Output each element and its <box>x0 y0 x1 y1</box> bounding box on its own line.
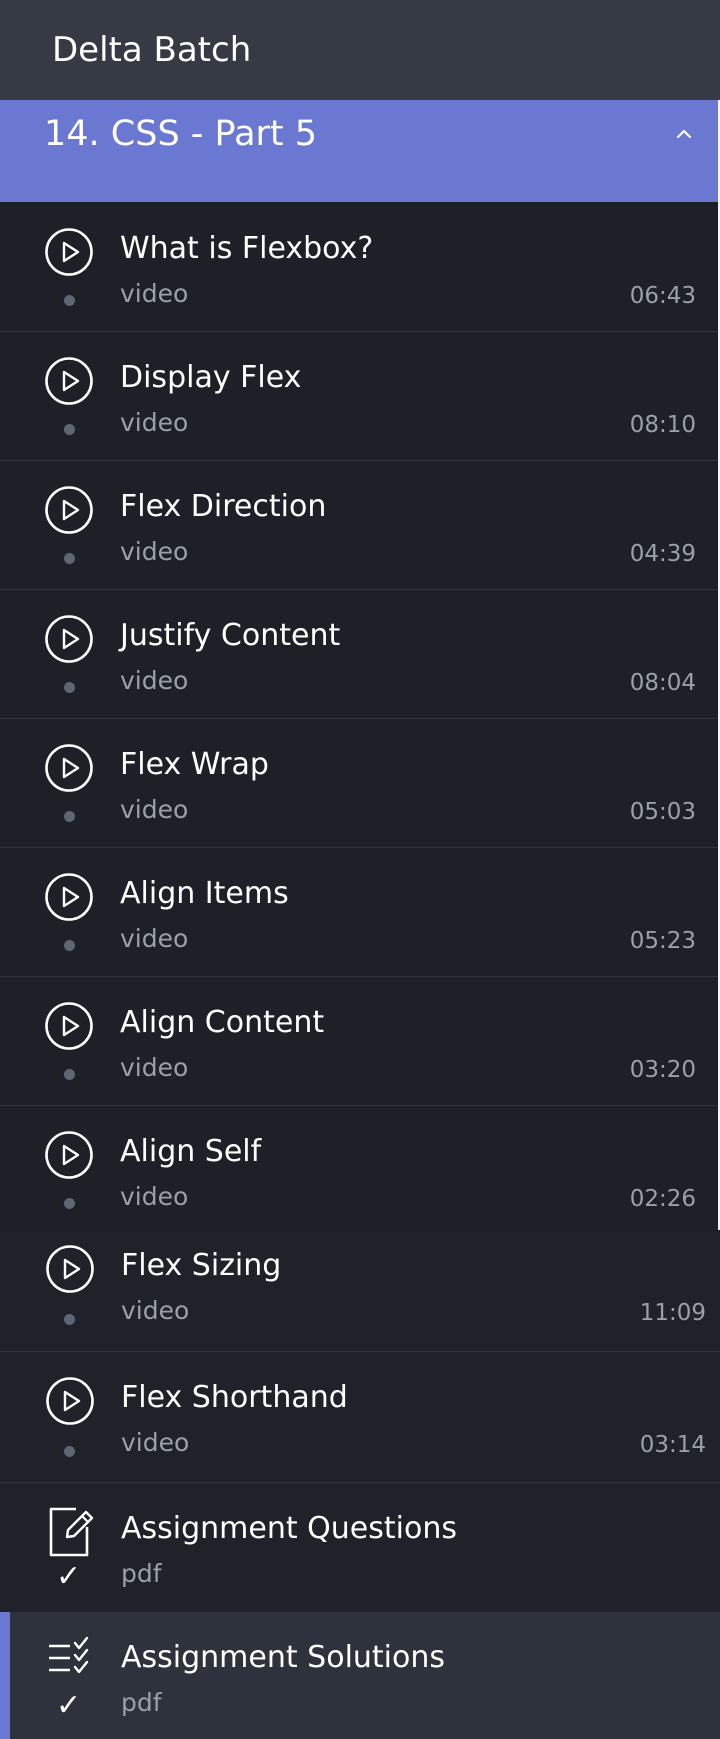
lesson-row[interactable]: Flex Shorthand video 03:14 <box>0 1352 720 1483</box>
status-dot <box>64 940 75 951</box>
lesson-duration: 05:23 <box>629 928 696 954</box>
lesson-title: Flex Sizing <box>121 1248 282 1283</box>
lesson-type: video <box>120 537 189 566</box>
lesson-duration: 08:04 <box>629 670 696 696</box>
play-circle-icon <box>45 1002 93 1050</box>
lesson-row[interactable]: Flex Direction video 04:39 <box>0 461 718 590</box>
lesson-type: video <box>120 1053 189 1082</box>
play-circle-icon <box>45 228 93 276</box>
assignment-type: pdf <box>121 1559 162 1588</box>
lesson-row[interactable]: Align Items video 05:23 <box>0 848 718 977</box>
play-circle-icon <box>46 1377 94 1425</box>
completed-check-icon: ✓ <box>56 1559 82 1594</box>
active-indicator <box>0 1612 10 1739</box>
status-dot <box>64 1446 75 1457</box>
lesson-row[interactable]: Display Flex video 08:10 <box>0 332 718 461</box>
lesson-duration: 03:14 <box>639 1432 706 1458</box>
app-title: Delta Batch <box>52 30 252 70</box>
lesson-duration: 04:39 <box>629 541 696 567</box>
lesson-title: What is Flexbox? <box>120 231 374 266</box>
lesson-duration: 05:03 <box>629 799 696 825</box>
assignment-row-active[interactable]: ✓ Assignment Solutions pdf <box>0 1612 720 1739</box>
status-dot <box>64 811 75 822</box>
section-title: 14. CSS - Part 5 <box>44 114 318 154</box>
lesson-type: video <box>120 1182 189 1211</box>
lesson-type: video <box>120 795 189 824</box>
lesson-duration: 06:43 <box>629 283 696 309</box>
completed-check-icon: ✓ <box>56 1688 82 1723</box>
lesson-row[interactable]: Flex Sizing video 11:09 <box>0 1220 720 1352</box>
play-circle-icon <box>45 357 93 405</box>
checklist-icon <box>49 1636 89 1674</box>
play-circle-icon <box>45 744 93 792</box>
lesson-row[interactable]: Flex Wrap video 05:03 <box>0 719 718 848</box>
lesson-row[interactable]: What is Flexbox? video 06:43 <box>0 203 718 332</box>
lesson-duration: 11:09 <box>639 1300 706 1326</box>
play-circle-icon <box>45 486 93 534</box>
assignment-title: Assignment Solutions <box>121 1640 446 1675</box>
status-dot <box>64 553 75 564</box>
section-header[interactable]: 14. CSS - Part 5 <box>0 100 718 202</box>
assignment-title: Assignment Questions <box>121 1511 457 1546</box>
status-dot <box>64 424 75 435</box>
lesson-type: video <box>120 924 189 953</box>
lesson-title: Flex Direction <box>120 489 327 524</box>
lesson-title: Justify Content <box>120 618 341 653</box>
lesson-duration: 03:20 <box>629 1057 696 1083</box>
status-dot <box>64 1198 75 1209</box>
lesson-type: video <box>120 408 189 437</box>
play-circle-icon <box>45 615 93 663</box>
lesson-type: video <box>121 1428 190 1457</box>
app-header: Delta Batch <box>0 0 720 100</box>
lesson-title: Flex Shorthand <box>121 1380 348 1415</box>
lesson-title: Align Items <box>120 876 289 911</box>
lesson-title: Flex Wrap <box>120 747 269 782</box>
status-dot <box>64 682 75 693</box>
play-circle-icon <box>45 1131 93 1179</box>
status-dot <box>64 1314 75 1325</box>
lesson-duration: 08:10 <box>629 412 696 438</box>
lesson-title: Display Flex <box>120 360 302 395</box>
lesson-title: Align Self <box>120 1134 262 1169</box>
lesson-duration: 02:26 <box>629 1186 696 1212</box>
chevron-up-icon[interactable] <box>670 124 698 144</box>
lesson-title: Align Content <box>120 1005 325 1040</box>
lesson-row[interactable]: Align Content video 03:20 <box>0 977 718 1106</box>
play-circle-icon <box>46 1245 94 1293</box>
play-circle-icon <box>45 873 93 921</box>
lesson-row[interactable]: Align Self video 02:26 <box>0 1106 718 1235</box>
lesson-type: video <box>120 279 189 308</box>
assignment-type: pdf <box>121 1688 162 1717</box>
lesson-row[interactable]: Justify Content video 08:04 <box>0 590 718 719</box>
assignment-row[interactable]: ✓ Assignment Questions pdf <box>0 1483 720 1612</box>
lesson-type: video <box>120 666 189 695</box>
lesson-type: video <box>121 1296 190 1325</box>
status-dot <box>64 1069 75 1080</box>
status-dot <box>64 295 75 306</box>
assignment-edit-icon <box>49 1507 94 1557</box>
